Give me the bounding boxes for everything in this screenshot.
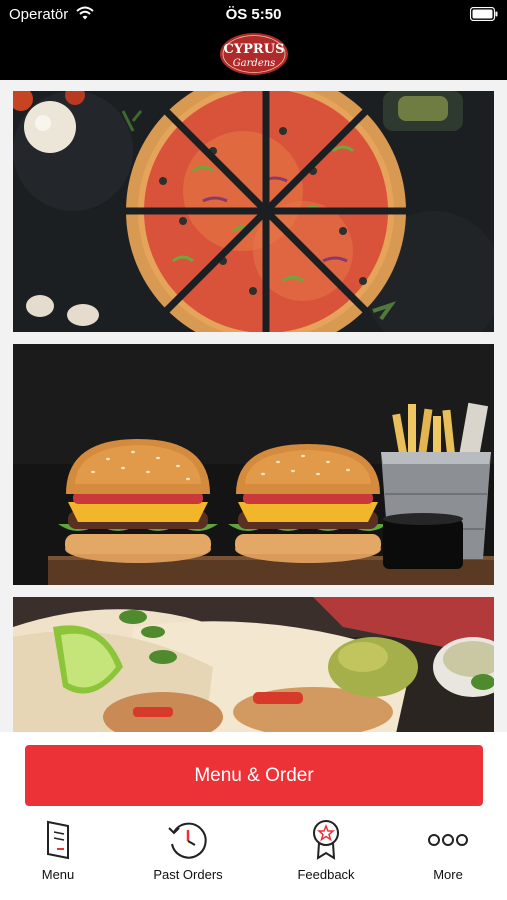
wrap-category-tile[interactable] (13, 597, 494, 732)
food-category-list (0, 80, 507, 732)
menu-and-order-button[interactable]: Menu & Order (25, 745, 483, 806)
nav-bar: CYPRUS Gardens (0, 28, 507, 80)
pizza-image (13, 91, 494, 332)
tab-past-orders-label: Past Orders (153, 867, 223, 882)
tab-more-label: More (433, 867, 463, 882)
tab-menu[interactable]: Menu (13, 818, 103, 888)
wrap-image (13, 597, 494, 732)
menu-book-icon (47, 820, 69, 860)
status-bar: Operatör ÖS 5:50 (0, 0, 507, 28)
pizza-category-tile[interactable] (13, 91, 494, 332)
clock: ÖS 5:50 (225, 6, 282, 23)
tab-bar: Menu Past Orders Feedback More (0, 812, 507, 900)
burger-category-tile[interactable] (13, 344, 494, 585)
burger-image (13, 344, 494, 585)
battery-icon (469, 6, 498, 25)
logo-title: CYPRUS (224, 42, 285, 57)
logo-subtitle: Gardens (233, 58, 276, 69)
history-clock-icon (168, 822, 207, 859)
cyprus-gardens-logo: CYPRUS Gardens (219, 32, 289, 81)
tab-menu-label: Menu (41, 867, 75, 882)
tab-past-orders[interactable]: Past Orders (143, 818, 233, 888)
tab-feedback-label: Feedback (297, 867, 355, 882)
more-dots-icon (428, 834, 468, 846)
tab-more[interactable]: More (403, 818, 493, 888)
cta-area: Menu & Order (0, 732, 507, 812)
tab-feedback[interactable]: Feedback (281, 818, 371, 888)
award-badge-icon (313, 820, 339, 860)
